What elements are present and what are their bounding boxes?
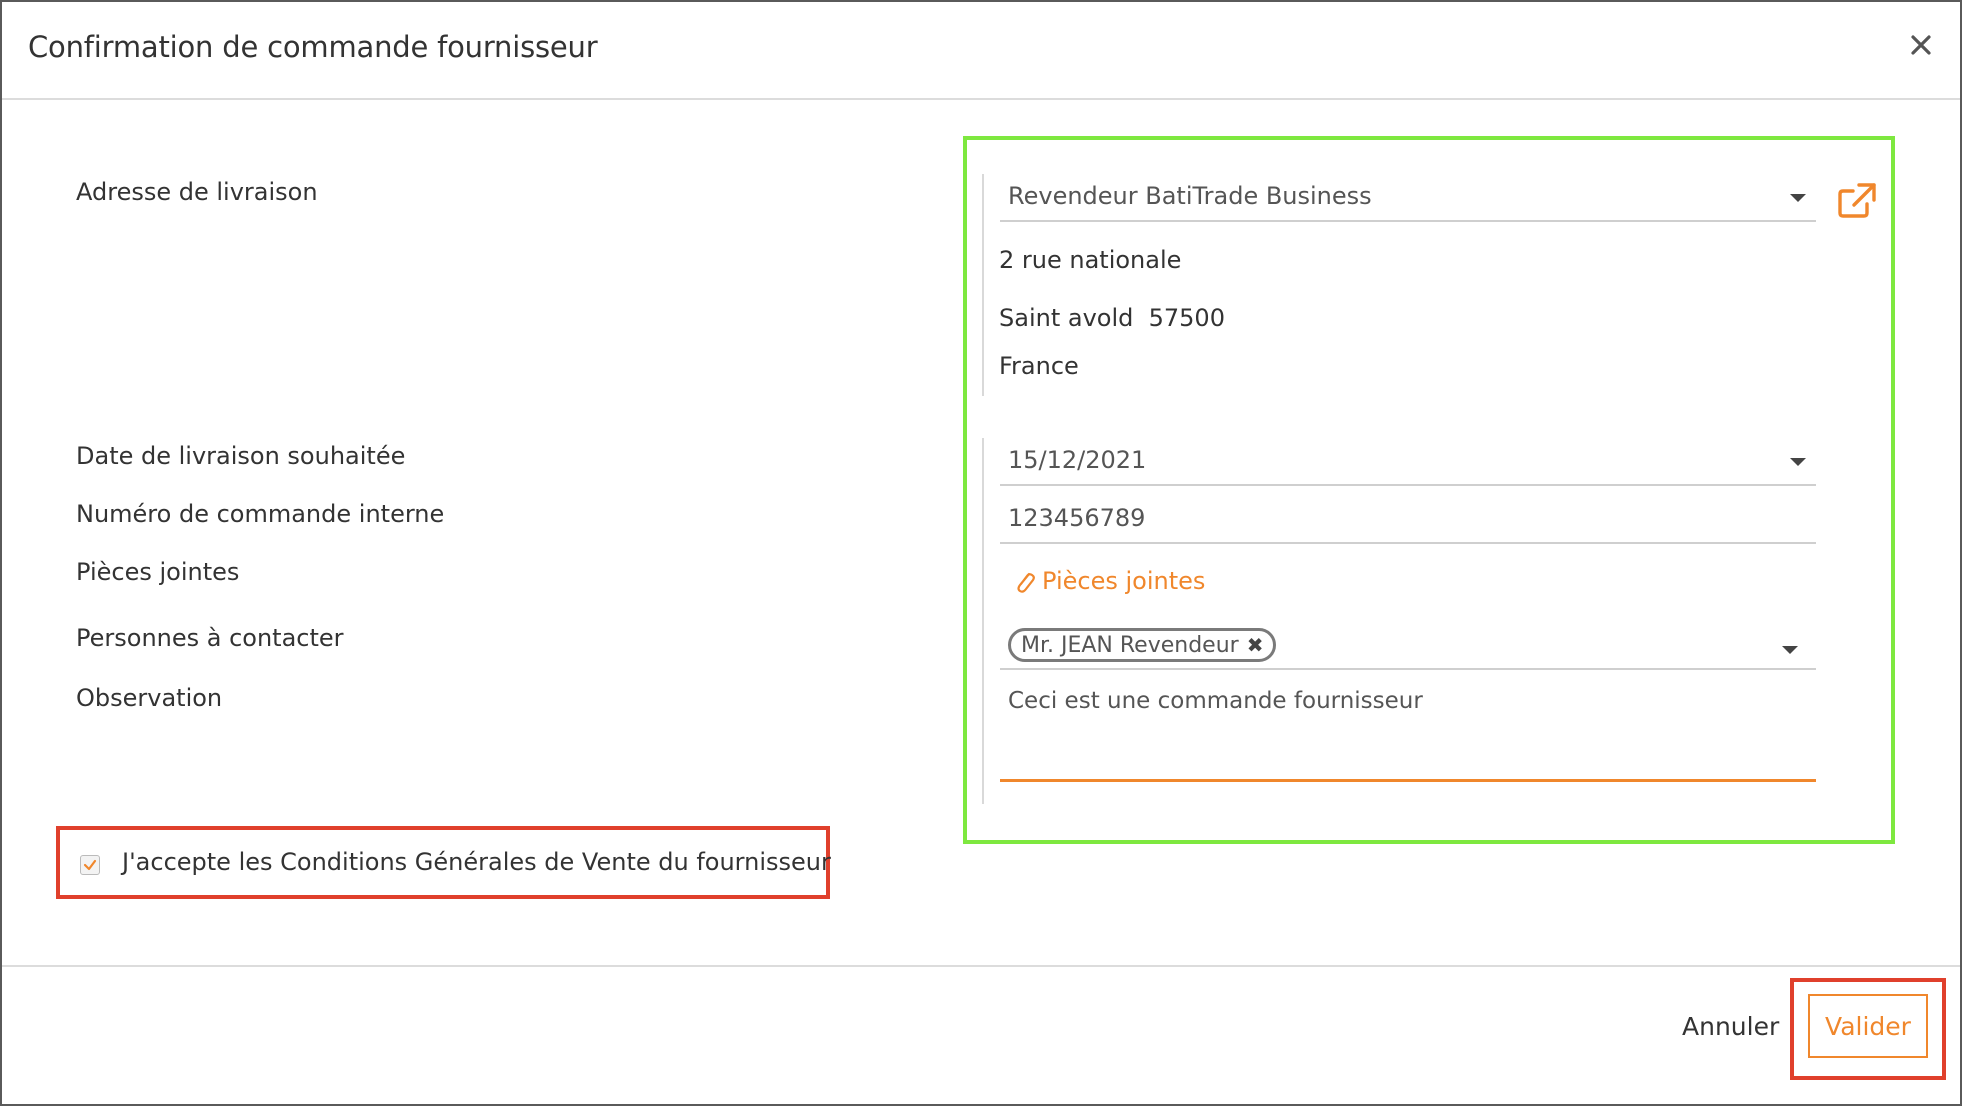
internal-order-number-input[interactable]: 123456789 (1000, 496, 1816, 544)
paperclip-icon (1017, 572, 1035, 593)
address-city-postal: Saint avold 57500 (999, 304, 1225, 332)
terms-checkbox[interactable] (80, 855, 100, 875)
fields-divider (982, 438, 984, 804)
internal-order-number-value: 123456789 (1008, 504, 1146, 532)
delivery-date-value: 15/12/2021 (1008, 446, 1147, 474)
validate-button[interactable]: Valider (1808, 994, 1928, 1058)
internal-order-number-label: Numéro de commande interne (76, 500, 445, 528)
address-street: 2 rue nationale (999, 246, 1182, 274)
contacts-label: Personnes à contacter (76, 624, 344, 652)
delivery-address-select[interactable]: Revendeur BatiTrade Business (1000, 174, 1816, 222)
contact-chip: Mr. JEAN Revendeur ✖ (1008, 628, 1277, 662)
address-divider (982, 174, 984, 396)
observation-textarea[interactable]: Ceci est une commande fournisseur (1000, 678, 1816, 782)
observation-value: Ceci est une commande fournisseur (1008, 688, 1423, 714)
terms-label[interactable]: J'accepte les Conditions Générales de Ve… (122, 848, 831, 876)
dialog-title: Confirmation de commande fournisseur (28, 30, 598, 64)
delivery-date-label: Date de livraison souhaitée (76, 442, 406, 470)
footer-divider (2, 965, 1960, 967)
dialog-header: Confirmation de commande fournisseur (2, 2, 1960, 100)
cancel-button[interactable]: Annuler (1682, 1012, 1779, 1041)
chevron-down-icon (1790, 458, 1806, 466)
delivery-date-picker[interactable]: 15/12/2021 (1000, 438, 1816, 486)
chevron-down-icon (1790, 194, 1806, 202)
delivery-address-value: Revendeur BatiTrade Business (1008, 182, 1372, 210)
delivery-address-label: Adresse de livraison (76, 178, 318, 206)
external-link-icon[interactable] (1837, 182, 1879, 220)
attachments-link-label: Pièces jointes (1042, 567, 1206, 595)
supplier-order-dialog: Confirmation de commande fournisseur Adr… (0, 0, 1962, 1106)
attachments-label: Pièces jointes (76, 558, 240, 586)
address-country: France (999, 352, 1079, 380)
observation-label: Observation (76, 684, 223, 712)
contact-chip-label: Mr. JEAN Revendeur (1021, 632, 1239, 658)
close-icon[interactable] (1904, 28, 1938, 62)
checkmark-icon (83, 859, 97, 871)
attachments-link[interactable]: Pièces jointes (1014, 567, 1205, 595)
remove-icon[interactable]: ✖ (1247, 633, 1264, 657)
chevron-down-icon (1782, 646, 1798, 654)
